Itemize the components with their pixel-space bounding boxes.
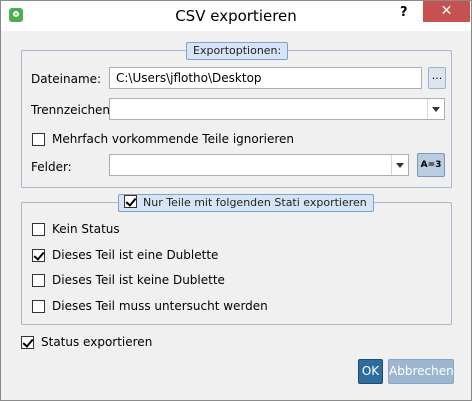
chevron-down-icon (391, 155, 408, 175)
status-dublette-checkbox[interactable] (32, 249, 45, 262)
ignore-duplicates-label: Mehrfach vorkommende Teile ignorieren (52, 132, 295, 146)
cancel-button[interactable]: Abbrechen (388, 359, 454, 384)
chevron-down-icon (427, 99, 444, 119)
status-filter-checkbox[interactable] (124, 195, 137, 208)
export-options-panel: Exportoptionen: Dateiname: C:\Users\jflo… (21, 42, 452, 188)
title-bar: CSV exportieren ? ✕ (1, 1, 471, 31)
status-filter-panel: Nur Teile mit folgenden Stati exportiere… (21, 194, 452, 325)
separator-dropdown[interactable] (109, 98, 445, 120)
status-filter-legend[interactable]: Nur Teile mit folgenden Stati exportiere… (118, 194, 374, 212)
csv-export-dialog: CSV exportieren ? ✕ Exportoptionen: Date… (0, 0, 472, 401)
status-dublette-label: Dieses Teil ist eine Dublette (52, 248, 219, 262)
export-status-label: Status exportieren (41, 335, 153, 349)
export-options-legend: Exportoptionen: (186, 42, 289, 60)
export-status-checkbox[interactable] (21, 336, 34, 349)
status-keine-dublette-checkbox[interactable] (32, 274, 45, 287)
fields-dropdown[interactable] (109, 154, 409, 176)
fields-label: Felder: (31, 160, 72, 174)
status-kein-status-label: Kein Status (52, 222, 120, 236)
status-filter-label: Nur Teile mit folgenden Stati exportiere… (143, 196, 367, 209)
status-kein-status-checkbox[interactable] (32, 223, 45, 236)
status-untersuchen-label: Dieses Teil muss untersucht werden (52, 299, 268, 313)
ignore-duplicates-checkbox[interactable] (32, 133, 45, 146)
close-button[interactable]: ✕ (423, 1, 470, 22)
status-keine-dublette-label: Dieses Teil ist keine Dublette (52, 273, 225, 287)
browse-button[interactable]: ... (428, 67, 446, 89)
filename-input[interactable]: C:\Users\jflotho\Desktop (109, 67, 422, 89)
fields-editor-button[interactable]: A=3 (417, 153, 445, 177)
ok-button[interactable]: OK (358, 359, 383, 384)
separator-label: Trennzeichen: (31, 103, 115, 117)
filename-label: Dateiname: (31, 72, 102, 86)
help-button[interactable]: ? (400, 5, 408, 20)
status-untersuchen-checkbox[interactable] (32, 300, 45, 313)
close-icon: ✕ (440, 3, 453, 19)
